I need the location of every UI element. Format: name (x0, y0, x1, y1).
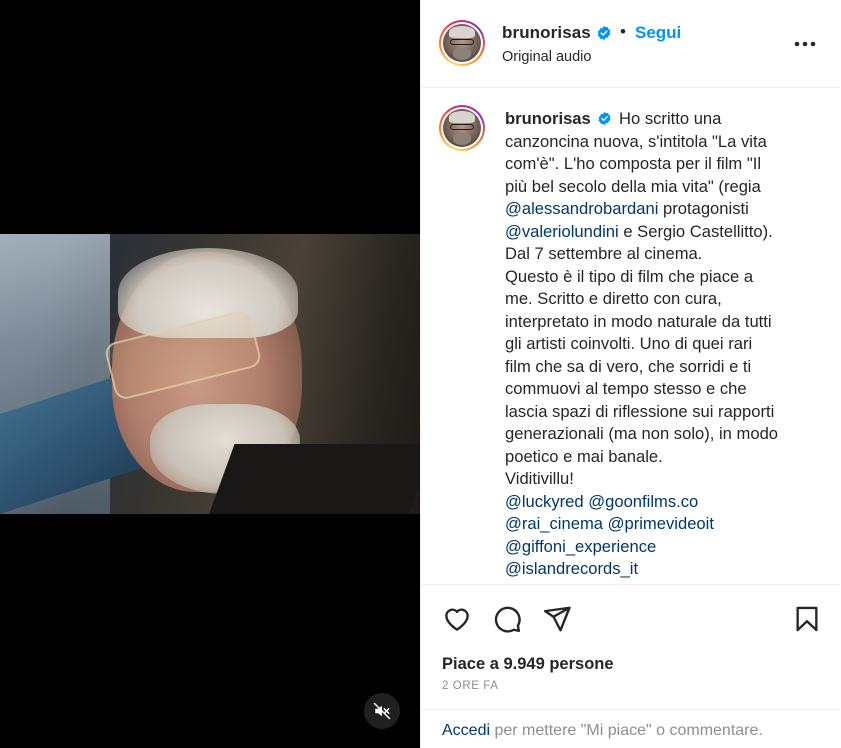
caption-text-line: gli artisti coinvolti. Uno di quei rari (505, 334, 753, 353)
login-link[interactable]: Accedi (442, 722, 490, 739)
mute-toggle-button[interactable] (364, 693, 400, 729)
audio-link[interactable]: Original audio (502, 49, 591, 65)
verified-badge-icon (597, 26, 611, 40)
mention-link[interactable]: @valeriolundini (505, 222, 619, 241)
caption-text-line: Ho scritto una (619, 109, 722, 128)
heart-icon (445, 608, 469, 631)
caption-text-line: commuovi al tempo stesso e che (505, 379, 747, 398)
post-actions: Piace a 9.949 persone 2 ORE FA Accedi pe… (421, 584, 840, 748)
mention-link[interactable]: @islandrecords_it (505, 559, 638, 578)
caption-text: e Sergio Castellitto). (618, 221, 773, 241)
mention-link[interactable]: @goonfilms.co (588, 492, 698, 511)
mention-link[interactable]: @rai_cinema (505, 514, 603, 533)
post-side-panel: brunorisas • Segui Original audio brunor… (420, 0, 841, 748)
caption-text-line: lascia spazi di riflessione sui rapporti (505, 401, 775, 421)
login-prompt: Accedi per mettere "Mi piace" o commenta… (421, 709, 840, 748)
caption-text-line: com'è". L'ho composta per il film "Il (505, 154, 762, 173)
follow-button[interactable]: Segui (635, 23, 681, 43)
save-button[interactable] (791, 603, 823, 635)
mention-link[interactable]: @primevideoit (608, 514, 714, 533)
comment-icon (494, 606, 521, 633)
caption-text-line: Questo è il tipo di film che piace a (505, 266, 754, 286)
caption-text: protagonisti (658, 199, 749, 218)
author-avatar[interactable] (439, 20, 485, 66)
caption-section: brunorisas Ho scritto una canzoncina nuo… (421, 89, 840, 584)
video-actor-jacket (205, 444, 420, 514)
post-media[interactable] (0, 0, 420, 748)
caption-text-line: film che sa di vero, che sorridi e ti (505, 356, 752, 376)
caption-text-line: poetico e mai banale. (505, 446, 663, 466)
caption-text-line: me. Scritto e diretto con cura, (505, 289, 722, 308)
share-button[interactable] (541, 603, 573, 635)
caption-author-avatar[interactable] (439, 105, 485, 151)
likes-count[interactable]: Piace a 9.949 persone (442, 655, 614, 674)
caption-text-line: Dal 7 settembre al cinema. (505, 244, 703, 263)
mention-link[interactable]: @luckyred (505, 492, 584, 511)
post-caption: brunorisas Ho scritto una canzoncina nuo… (505, 108, 835, 581)
like-button[interactable] (441, 603, 473, 635)
comment-button[interactable] (491, 603, 523, 635)
share-icon (543, 606, 571, 632)
header-separator: • (620, 22, 626, 41)
caption-username[interactable]: brunorisas (505, 109, 591, 128)
login-prompt-text: per mettere "Mi piace" o commentare. (490, 722, 763, 739)
caption-text-line: Viditivillu! (505, 469, 574, 488)
muted-speaker-icon (373, 702, 391, 720)
post-timestamp[interactable]: 2 ORE FA (442, 680, 499, 692)
caption-text-line: generazionali (ma non solo), in modo (505, 424, 779, 443)
more-options-icon (794, 41, 816, 47)
caption-text-line: canzoncina nuova, s'intitola "La vita (505, 131, 767, 151)
caption-text-line: interpretato in modo naturale da tutti (505, 311, 772, 331)
more-options-button[interactable] (791, 32, 819, 56)
caption-text-line: più bel secolo della mia vita" (regia (505, 176, 761, 196)
author-username[interactable]: brunorisas (502, 23, 591, 43)
mention-link[interactable]: @alessandrobardani (505, 199, 658, 218)
bookmark-icon (796, 606, 818, 632)
post-header: brunorisas • Segui Original audio (421, 0, 840, 88)
video-frame[interactable] (0, 234, 420, 514)
mention-link[interactable]: @giffoni_experience (505, 537, 656, 556)
verified-badge-icon (598, 111, 611, 126)
